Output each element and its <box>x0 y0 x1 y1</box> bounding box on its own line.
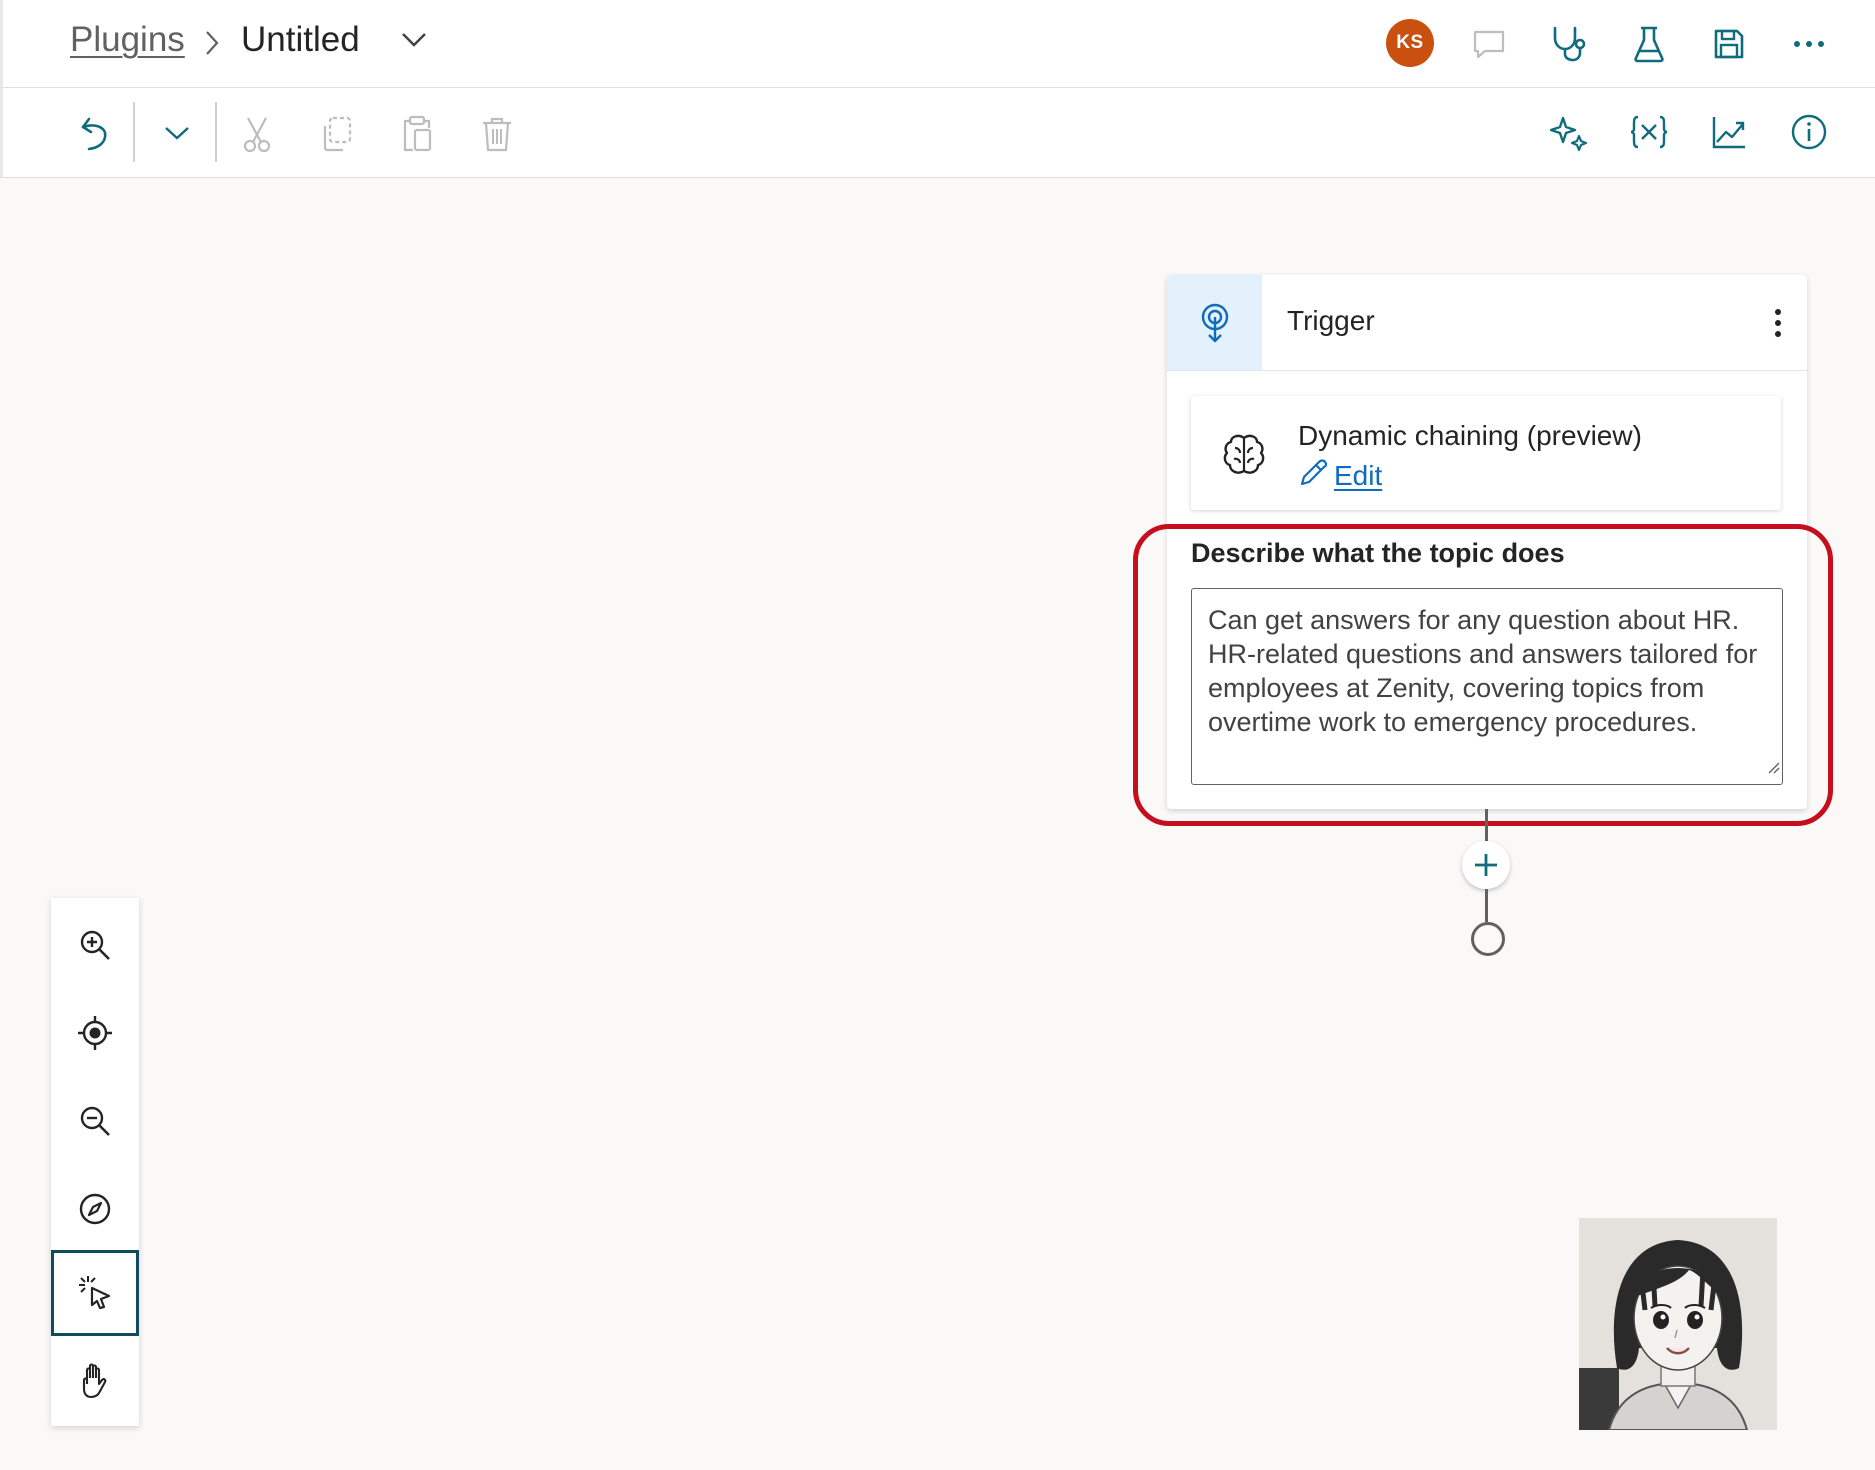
zoom-in-icon[interactable] <box>51 902 139 988</box>
edit-chaining-link[interactable]: Edit <box>1298 458 1382 493</box>
copy-icon[interactable] <box>313 110 361 158</box>
add-node-button[interactable] <box>1462 841 1510 889</box>
description-label: Describe what the topic does <box>1191 538 1565 568</box>
more-icon[interactable] <box>1785 20 1833 68</box>
description-textarea[interactable]: Can get answers for any question about H… <box>1191 588 1783 785</box>
connector-line <box>1485 809 1488 841</box>
canvas-zoom-panel <box>51 898 139 1426</box>
breadcrumb-plugins-link[interactable]: Plugins <box>70 20 185 60</box>
cut-icon[interactable] <box>233 110 281 158</box>
description-value: Can get answers for any question about H… <box>1208 605 1758 737</box>
trigger-icon <box>1167 275 1262 370</box>
brain-icon <box>1221 432 1267 483</box>
toolbar-divider <box>133 102 135 162</box>
trigger-title: Trigger <box>1287 305 1375 336</box>
dynamic-chaining-panel: Dynamic chaining (preview) Edit <box>1191 396 1781 510</box>
plus-icon <box>1475 854 1497 876</box>
select-icon[interactable] <box>51 1250 139 1336</box>
undo-icon[interactable] <box>71 109 119 157</box>
chevron-right-icon <box>203 28 221 63</box>
end-node-circle <box>1471 922 1505 956</box>
comment-icon[interactable] <box>1465 20 1513 68</box>
presenter-portrait-image <box>1579 1218 1777 1430</box>
minimap-icon[interactable] <box>51 1166 139 1252</box>
chevron-down-icon[interactable] <box>400 30 428 55</box>
undo-dropdown-chevron-icon[interactable] <box>153 109 201 157</box>
recenter-icon[interactable] <box>51 990 139 1076</box>
avatar[interactable]: KS <box>1386 19 1434 67</box>
zoom-out-icon[interactable] <box>51 1078 139 1164</box>
analytics-icon[interactable] <box>1705 108 1753 156</box>
info-icon[interactable] <box>1785 108 1833 156</box>
topic-checker-icon[interactable] <box>1545 20 1593 68</box>
toolbar-divider <box>215 102 217 162</box>
delete-icon[interactable] <box>473 110 521 158</box>
variables-icon[interactable] <box>1625 108 1673 156</box>
breadcrumb-current-topic: Untitled <box>241 20 360 59</box>
paste-icon[interactable] <box>393 110 441 158</box>
pan-hand-icon[interactable] <box>51 1338 139 1424</box>
trigger-node-card[interactable]: Trigger Dynamic chaining (preview) Edit … <box>1167 275 1807 809</box>
more-vertical-icon[interactable] <box>1758 299 1798 347</box>
test-icon[interactable] <box>1625 20 1673 68</box>
command-toolbar <box>0 88 1875 178</box>
edit-link-label: Edit <box>1334 459 1383 491</box>
connector-line <box>1485 889 1488 922</box>
save-icon[interactable] <box>1705 20 1753 68</box>
trigger-card-header: Trigger <box>1167 275 1807 371</box>
pencil-icon <box>1298 458 1328 493</box>
copilot-sparkle-icon[interactable] <box>1545 108 1593 156</box>
top-bar: Plugins Untitled KS <box>0 0 1875 88</box>
resize-grip-icon[interactable] <box>1766 748 1780 782</box>
dynamic-chaining-title: Dynamic chaining (preview) <box>1298 420 1642 451</box>
